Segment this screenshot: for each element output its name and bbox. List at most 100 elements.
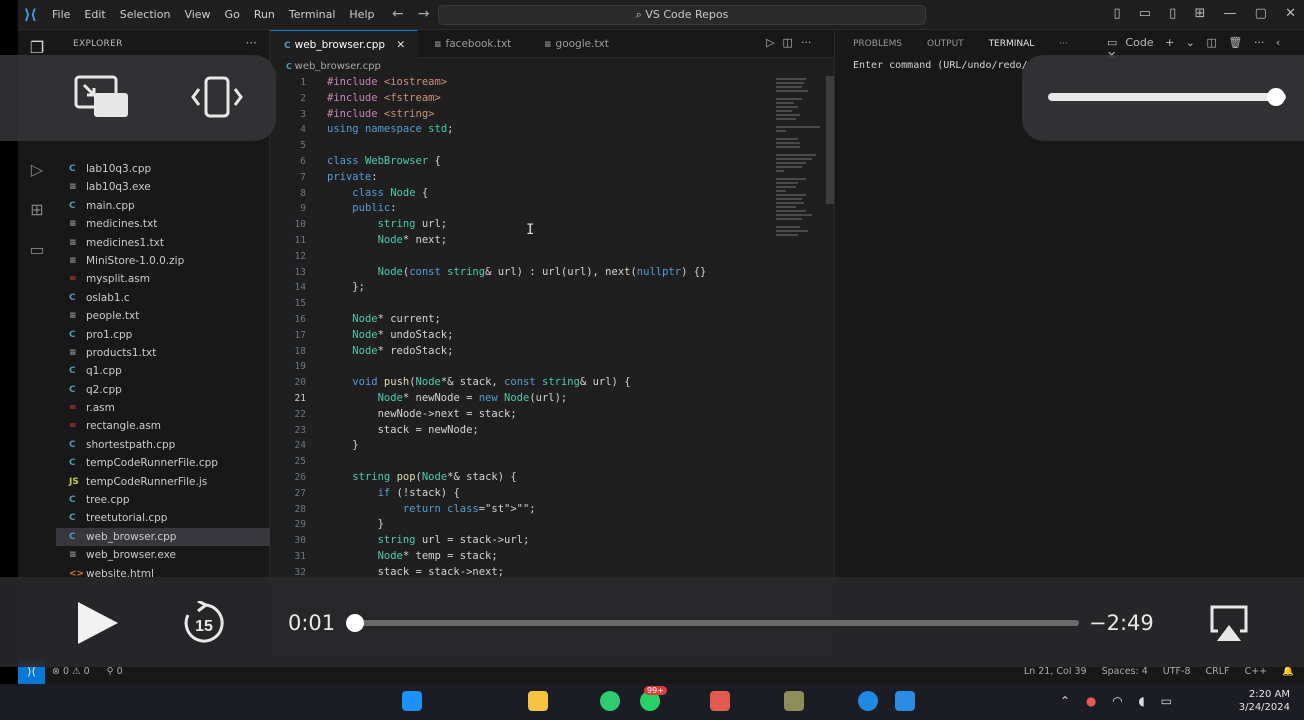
run-file-icon[interactable]: ▷: [766, 36, 774, 49]
tab-facebook-txt[interactable]: ≡ facebook.txt: [420, 30, 530, 58]
file-item[interactable]: Cmain.cpp: [56, 197, 270, 215]
menu-file[interactable]: File: [52, 8, 70, 21]
menu-go[interactable]: Go: [225, 8, 240, 21]
language-mode[interactable]: C++: [1245, 666, 1268, 677]
back-arrow-icon[interactable]: ←: [392, 6, 404, 22]
code-line[interactable]: };: [327, 281, 365, 293]
code-line[interactable]: Node(const string& url) : url(url), next…: [327, 266, 707, 278]
code-line[interactable]: class Node {: [327, 187, 428, 199]
file-item[interactable]: = rectangle.asm: [56, 417, 270, 435]
code-line[interactable]: stack = stack->next;: [327, 566, 504, 578]
code-line[interactable]: Node* temp = stack;: [327, 550, 498, 562]
forward-arrow-icon[interactable]: →: [418, 6, 430, 22]
file-item[interactable]: ≡ web_browser.exe: [56, 546, 270, 564]
code-line[interactable]: return class="st">"";: [327, 503, 536, 515]
volume-knob[interactable]: [1267, 88, 1286, 106]
play-icon[interactable]: [76, 600, 120, 646]
tab-problems[interactable]: PROBLEMS: [853, 39, 902, 49]
toggle-secondary-sidebar-icon[interactable]: ▯: [1169, 6, 1176, 21]
file-item[interactable]: Cq1.cpp: [56, 362, 270, 380]
editor-scrollbar[interactable]: [826, 76, 834, 204]
code-line[interactable]: class WebBrowser {: [327, 155, 441, 167]
close-window-icon[interactable]: ✕: [1285, 6, 1296, 21]
code-line[interactable]: }: [327, 439, 358, 451]
code-line[interactable]: Node* newNode = new Node(url);: [327, 392, 568, 404]
toggle-sidebar-icon[interactable]: ▯: [1113, 6, 1120, 21]
problems-count[interactable]: ⊗ 0 ⚠ 0: [52, 666, 90, 677]
file-item[interactable]: CtempCodeRunnerFile.cpp: [56, 454, 270, 472]
editor-more-icon[interactable]: ···: [801, 36, 812, 49]
file-item[interactable]: Coslab1.c: [56, 289, 270, 307]
file-item[interactable]: Clab10q3.cpp: [56, 160, 270, 178]
file-item[interactable]: Ctree.cpp: [56, 491, 270, 509]
code-line[interactable]: newNode->next = stack;: [327, 408, 517, 420]
file-item[interactable]: ≡ medicines1.txt: [56, 234, 270, 252]
maximize-panel-icon[interactable]: ‹: [1276, 36, 1280, 49]
code-line[interactable]: Node* undoStack;: [327, 329, 453, 341]
wifi-icon[interactable]: ◠: [1112, 694, 1122, 708]
code-line[interactable]: #include <fstream>: [327, 92, 441, 104]
command-center-search[interactable]: ⌕ VS Code Repos: [438, 5, 926, 25]
file-item[interactable]: Cpro1.cpp: [56, 326, 270, 344]
skip-forward-15-icon[interactable]: 15: [182, 601, 226, 645]
code-line[interactable]: Node* next;: [327, 234, 448, 246]
close-tab-icon[interactable]: ✕: [396, 39, 405, 51]
file-item[interactable]: Cq2.cpp: [56, 381, 270, 399]
file-item[interactable]: ≡ MiniStore-1.0.0.zip: [56, 252, 270, 270]
code-line[interactable]: if (!stack) {: [327, 487, 460, 499]
split-editor-icon[interactable]: ◫: [782, 36, 792, 49]
remote-explorer-icon[interactable]: ▭: [27, 240, 47, 260]
picture-in-picture-icon[interactable]: [74, 75, 130, 119]
start-menu-icon[interactable]: [402, 691, 422, 711]
airplay-icon[interactable]: [1208, 603, 1250, 643]
volume-icon[interactable]: ◖: [1139, 694, 1145, 708]
vscode-taskbar-icon[interactable]: [895, 691, 915, 711]
menu-terminal[interactable]: Terminal: [289, 8, 336, 21]
minimize-icon[interactable]: —: [1224, 6, 1237, 21]
new-terminal-icon[interactable]: +: [1165, 36, 1174, 49]
app-icon-red[interactable]: [710, 691, 730, 711]
terminal-shell-name[interactable]: Code: [1125, 36, 1153, 49]
chrome-icon[interactable]: [600, 691, 620, 711]
split-terminal-icon[interactable]: ◫: [1207, 36, 1217, 49]
customize-layout-icon[interactable]: ⊞: [1194, 6, 1205, 21]
fit-screen-icon[interactable]: [190, 75, 244, 119]
code-line[interactable]: void push(Node*& stack, const string& ur…: [327, 376, 630, 388]
more-actions-icon[interactable]: ···: [246, 36, 257, 50]
volume-slider[interactable]: [1048, 93, 1286, 101]
file-item[interactable]: ≡ lab10q3.exe: [56, 178, 270, 196]
file-item[interactable]: Cshortestpath.cpp: [56, 436, 270, 454]
battery-icon[interactable]: ▭: [1161, 694, 1172, 708]
code-line[interactable]: stack = newNode;: [327, 424, 479, 436]
file-item[interactable]: = mysplit.asm: [56, 270, 270, 288]
tab-google-txt[interactable]: ≡ google.txt: [530, 30, 640, 58]
cursor-position[interactable]: Ln 21, Col 39: [1024, 666, 1087, 677]
code-line[interactable]: string url = stack->url;: [327, 534, 530, 546]
indentation[interactable]: Spaces: 4: [1102, 666, 1148, 677]
tab-output[interactable]: OUTPUT: [927, 39, 964, 49]
file-item[interactable]: Cweb_browser.cpp: [56, 527, 270, 547]
file-item[interactable]: JS tempCodeRunnerFile.js: [56, 473, 270, 491]
code-line[interactable]: public:: [327, 202, 396, 214]
line-ending[interactable]: CRLF: [1206, 666, 1230, 677]
code-line[interactable]: #include <iostream>: [327, 76, 447, 88]
show-hidden-icons-icon[interactable]: ⌃: [1060, 694, 1070, 708]
run-debug-icon[interactable]: ▷: [27, 160, 47, 180]
code-line[interactable]: using namespace std;: [327, 123, 453, 135]
seek-bar[interactable]: [351, 620, 1079, 626]
code-line[interactable]: #include <string>: [327, 108, 434, 120]
notifications-icon[interactable]: 🔔: [1282, 666, 1294, 677]
kill-terminal-icon[interactable]: 🗑: [1228, 36, 1242, 49]
menu-edit[interactable]: Edit: [84, 8, 105, 21]
panel-more-actions-icon[interactable]: ···: [1254, 36, 1265, 49]
breadcrumb[interactable]: C web_browser.cpp: [286, 61, 381, 72]
tab-web-browser-cpp[interactable]: Cweb_browser.cpp ✕: [270, 30, 418, 58]
file-item[interactable]: ≡ products1.txt: [56, 344, 270, 362]
file-item[interactable]: ≡ people.txt: [56, 307, 270, 325]
toggle-panel-icon[interactable]: ▭: [1139, 6, 1151, 21]
encoding[interactable]: UTF-8: [1163, 666, 1191, 677]
minimap[interactable]: [776, 76, 820, 256]
code-line[interactable]: private:: [327, 171, 378, 183]
seek-knob[interactable]: [346, 614, 365, 632]
menu-selection[interactable]: Selection: [120, 8, 171, 21]
